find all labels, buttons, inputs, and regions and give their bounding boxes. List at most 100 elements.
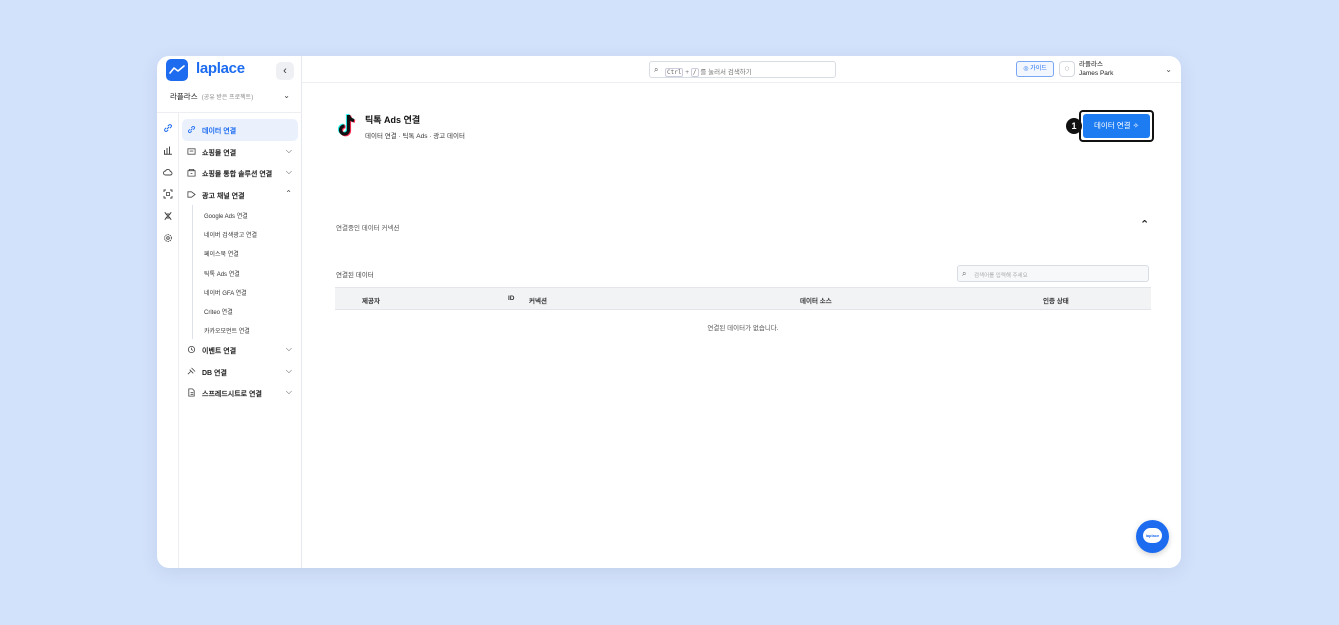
database-icon [187,367,196,376]
project-note: (공유 받은 프로젝트) [201,95,254,101]
sidebar-item-db-connection[interactable]: DB 연결 ⌵ [182,361,298,383]
tiktok-logo-icon [336,113,358,139]
kbd-plus: + [685,69,690,76]
column-header-data-source[interactable]: 데이터 소스 [800,295,832,305]
dna-icon[interactable] [163,211,173,221]
scan-icon[interactable] [163,189,173,199]
subitem-label: 페이스북 연결 [204,252,239,259]
sparkle-icon: ✧ [1132,121,1139,130]
sidebar-item-data-connection[interactable]: 데이터 연결 [182,119,298,141]
fab-label: laplace [1143,528,1162,543]
guide-label: 가이드 [1030,66,1047,72]
search-hint-text: 를 눌러서 검색하기 [700,69,752,76]
guide-icon: ◎ [1023,66,1029,72]
support-chat-button[interactable]: laplace [1136,520,1169,553]
subitem-label: 네이버 GFA 연결 [204,290,247,297]
page-title: 틱톡 Ads 연결 [365,115,421,125]
main-content: 틱톡 Ads 연결 데이터 연결 · 틱톡 Ads · 광고 데이터 1 데이터… [302,83,1181,568]
user-menu[interactable]: 라플라스 James Park [1079,60,1113,78]
user-name: James Park [1079,70,1114,77]
sidebar-item-label: 광고 채널 연결 [202,192,245,200]
table-header: 제공자 ID 커넥션 데이터 소스 인증 상태 [335,287,1151,310]
link-icon [187,125,196,134]
icon-rail [157,113,179,568]
subitem-label: 네이버 검색광고 연결 [204,233,258,240]
search-icon: ⌕ [962,269,967,278]
column-header-auth-status[interactable]: 인증 상태 [1043,295,1069,305]
connecting-section-title: 연결중인 데이터 커넥션 [336,225,400,232]
connected-data-title: 연결된 데이터 [336,272,374,279]
chat-bubble-icon: ◌ [1064,64,1070,73]
empty-table-message: 연결된 데이터가 없습니다. [707,325,779,332]
chevron-down-icon: ⌵ [285,344,292,354]
chevron-down-icon: ⌄ [283,91,290,100]
search-hint: Ctrl + / 를 눌러서 검색하기 [665,66,752,77]
spreadsheet-icon [187,388,196,397]
sidebar-item-label: 쇼핑몰 통합 솔루션 연결 [202,171,273,178]
chevron-down-icon: ⌵ [285,145,292,155]
kbd-ctrl: Ctrl [665,68,684,77]
column-header-provider[interactable]: 제공자 [362,295,380,305]
ad-channel-submenu: Google Ads 연결 네이버 검색광고 연결 페이스북 연결 틱톡 Ads… [192,205,298,340]
search-placeholder: 검색어를 입력해 주세요 [974,273,1028,279]
chevron-down-icon: ⌵ [285,365,292,375]
user-org: 라플라스 [1079,61,1103,68]
sidebar-item-spreadsheet-connection[interactable]: 스프레드시트로 연결 ⌵ [182,382,298,404]
chat-button[interactable]: ◌ [1059,61,1075,77]
subitem-label: Google Ads 연결 [204,214,248,220]
sidebar-subitem-naver-search-ads[interactable]: 네이버 검색광고 연결 [193,224,298,243]
column-header-id[interactable]: ID [508,295,515,302]
app-window: laplace ‹ 라플라스 (공유 받은 프로젝트) ⌄ 데이터 연결 쇼핑몰… [157,56,1181,568]
search-icon: ⌕ [654,65,659,74]
column-header-connection[interactable]: 커넥션 [529,295,547,305]
sidebar-item-shop-solution-connection[interactable]: 쇼핑몰 통합 솔루션 연결 ⌵ [182,162,298,184]
sidebar-subitem-criteo[interactable]: Criteo 연결 [193,301,298,320]
sidebar-nav: 데이터 연결 쇼핑몰 연결 ⌵ 쇼핑몰 통합 솔루션 연결 ⌵ 광고 채널 연결… [182,119,298,404]
shop-icon [187,147,196,156]
link-icon[interactable] [163,123,173,133]
sidebar-subitem-facebook[interactable]: 페이스북 연결 [193,243,298,262]
breadcrumb: 데이터 연결 · 틱톡 Ads · 광고 데이터 [365,133,465,140]
sidebar: laplace ‹ 라플라스 (공유 받은 프로젝트) ⌄ 데이터 연결 쇼핑몰… [157,56,302,568]
sidebar-item-label: 데이터 연결 [202,128,237,135]
project-selector[interactable]: 라플라스 (공유 받은 프로젝트) ⌄ [170,91,290,105]
kbd-slash: / [690,68,699,77]
sidebar-item-label: 쇼핑몰 연결 [202,149,237,157]
sidebar-item-label: 스프레드시트로 연결 [202,391,262,399]
subitem-label: 틱톡 Ads 연결 [204,271,240,278]
project-name: 라플라스 [170,92,198,101]
collapse-sidebar-button[interactable]: ‹ [276,62,294,80]
subitem-label: Criteo 연결 [204,309,233,316]
chart-icon[interactable] [163,145,173,155]
sidebar-item-label: 이벤트 연결 [202,348,237,356]
sidebar-subitem-tiktok-ads[interactable]: 틱톡 Ads 연결 [193,263,298,282]
subitem-label: 카카오모먼트 연결 [204,329,250,336]
chevron-down-icon: ⌵ [285,167,292,176]
topbar: ⌕ Ctrl + / 를 눌러서 검색하기 ◎ 가이드 ◌ 라플라스 James… [302,56,1181,83]
data-search-input[interactable]: ⌕ 검색어를 입력해 주세요 [957,265,1149,282]
sidebar-subitem-naver-gfa[interactable]: 네이버 GFA 연결 [193,282,298,301]
sidebar-item-shop-connection[interactable]: 쇼핑몰 연결 ⌵ [182,141,298,163]
logo[interactable]: laplace ‹ [166,58,294,82]
ad-icon [187,190,196,199]
sidebar-item-event-connection[interactable]: 이벤트 연결 ⌵ [182,339,298,361]
store-icon [187,168,196,177]
global-search-input[interactable]: ⌕ Ctrl + / 를 눌러서 검색하기 [649,61,836,78]
chevron-up-icon: ⌃ [285,188,292,198]
guide-button[interactable]: ◎ 가이드 [1016,61,1054,77]
connect-button-label: 데이터 연결 [1094,121,1131,130]
cloud-icon[interactable] [163,167,173,177]
sidebar-subitem-google-ads[interactable]: Google Ads 연결 [193,205,298,224]
sidebar-item-label: DB 연결 [202,369,227,377]
connect-button-highlight: 데이터 연결 ✧ [1079,110,1154,142]
event-icon [187,345,196,354]
chevron-up-icon[interactable]: ⌃ [1140,218,1149,231]
sidebar-subitem-kakao-moment[interactable]: 카카오모먼트 연결 [193,320,298,339]
chevron-down-icon[interactable]: ⌄ [1165,65,1172,74]
sidebar-item-ad-channel-connection[interactable]: 광고 채널 연결 ⌃ [182,184,298,206]
chevron-down-icon: ⌵ [285,387,292,397]
data-connect-button[interactable]: 데이터 연결 ✧ [1083,114,1150,138]
settings-icon[interactable] [163,233,173,243]
logo-mark-icon [166,59,188,81]
logo-text: laplace [196,60,245,77]
